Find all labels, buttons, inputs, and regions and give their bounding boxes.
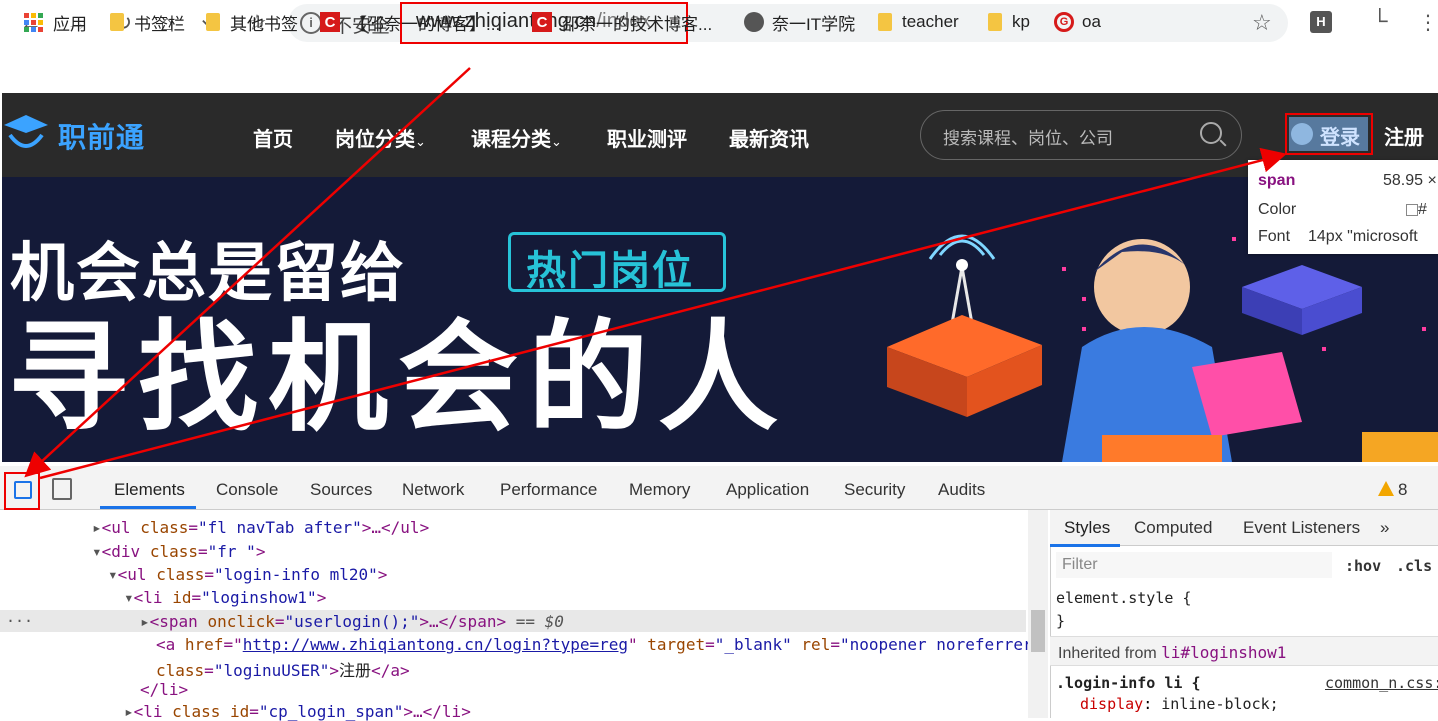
annotation-arrows	[24, 67, 1287, 480]
arrow-inspect-to-login	[39, 147, 1287, 480]
arrow-url-to-inspect	[24, 67, 471, 478]
